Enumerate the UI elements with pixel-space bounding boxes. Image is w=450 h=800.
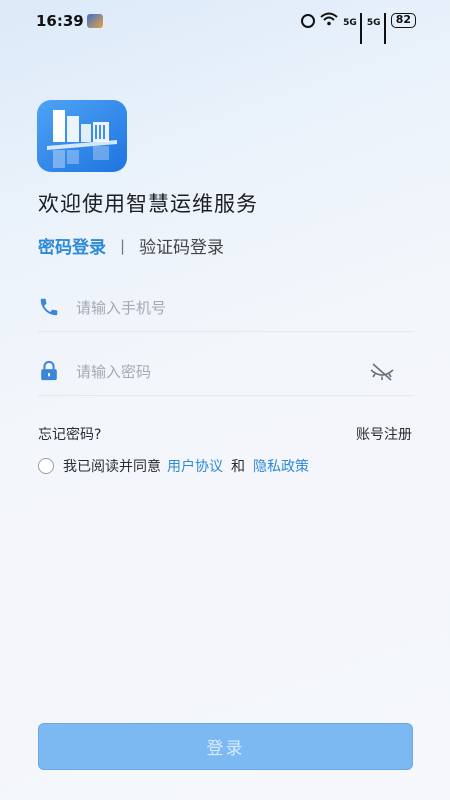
agreement-row: 我已阅读并同意 用户协议 和 隐私政策	[38, 456, 315, 476]
tab-separator: |	[120, 236, 126, 255]
status-icons: 5G 5G 82	[301, 12, 416, 44]
password-input[interactable]	[76, 360, 366, 384]
eye-off-icon[interactable]	[369, 362, 395, 382]
agreement-radio[interactable]	[38, 458, 54, 474]
privacy-policy-link[interactable]: 隐私政策	[253, 456, 309, 476]
register-link[interactable]: 账号注册	[356, 424, 412, 444]
alarm-icon	[301, 13, 316, 28]
password-field	[38, 348, 413, 396]
wifi-icon	[320, 12, 338, 29]
forgot-password-link[interactable]: 忘记密码?	[38, 424, 101, 444]
signal-indicator-2: 5G	[366, 13, 386, 44]
tab-password-login[interactable]: 密码登录	[38, 233, 106, 258]
status-time: 16:39	[36, 12, 84, 30]
tab-code-login[interactable]: 验证码登录	[139, 233, 224, 258]
signal-label: 5G	[343, 18, 357, 28]
phone-input[interactable]	[76, 296, 366, 320]
phone-icon	[38, 296, 60, 318]
signal-bars-icon	[383, 13, 386, 44]
lock-icon	[38, 360, 60, 382]
building-logo-icon	[47, 110, 117, 168]
login-tabs: 密码登录 | 验证码登录	[38, 233, 224, 259]
page-title: 欢迎使用智慧运维服务	[38, 192, 258, 216]
battery-indicator: 82	[390, 13, 416, 28]
login-button[interactable]: 登录	[38, 723, 413, 770]
agreement-prefix: 我已阅读并同意	[63, 459, 161, 475]
agreement-and: 和	[231, 459, 245, 475]
signal-label: 5G	[366, 18, 381, 28]
signal-indicator-1: 5G	[343, 13, 362, 44]
user-agreement-link[interactable]: 用户协议	[167, 456, 223, 476]
status-bar: 16:39 5G 5G 82	[0, 0, 450, 44]
phone-field	[38, 284, 413, 332]
app-logo	[37, 100, 127, 172]
signal-bars-icon	[359, 13, 362, 44]
notification-app-icon	[87, 14, 103, 28]
